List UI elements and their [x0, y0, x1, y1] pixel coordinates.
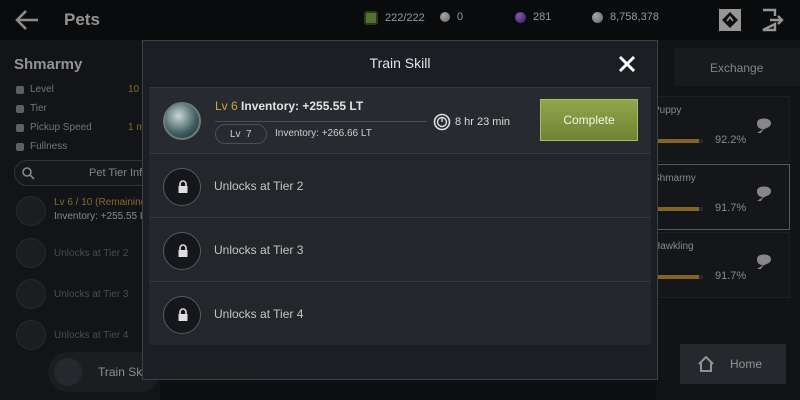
- lock-icon: [163, 168, 201, 206]
- training-timer: 8 hr 23 min: [433, 113, 510, 131]
- skill-row-locked: Unlocks at Tier 4: [149, 281, 651, 345]
- close-icon[interactable]: [617, 54, 637, 74]
- skill-row-locked: Unlocks at Tier 3: [149, 217, 651, 281]
- modal-title: Train Skill: [369, 55, 431, 71]
- modal-header: Train Skill: [143, 41, 657, 85]
- complete-button[interactable]: Complete: [540, 99, 638, 141]
- divider: [215, 121, 427, 122]
- next-level-value: 7: [246, 129, 252, 140]
- train-skill-modal: Train Skill Lv 6 Inventory: +255.55 LT L…: [142, 40, 658, 380]
- skill-icon: [163, 102, 201, 140]
- next-level-label: Lv: [230, 129, 241, 140]
- next-inventory: Inventory: +266.66 LT: [275, 128, 372, 139]
- current-inventory: Inventory: +255.55 LT: [241, 99, 364, 113]
- lock-icon: [163, 296, 201, 334]
- skill-row-locked: Unlocks at Tier 2: [149, 153, 651, 217]
- timer-value: 8 hr 23 min: [455, 116, 511, 128]
- current-skill-line: Lv 6 Inventory: +255.55 LT: [215, 99, 363, 113]
- locked-skill-text: Unlocks at Tier 2: [214, 179, 304, 193]
- lock-icon: [163, 232, 201, 270]
- locked-skill-text: Unlocks at Tier 3: [214, 243, 304, 257]
- current-level: Lv 6: [215, 99, 238, 113]
- clock-icon: [433, 113, 451, 131]
- next-level-badge: Lv 7: [215, 124, 267, 144]
- locked-skill-text: Unlocks at Tier 4: [214, 307, 304, 321]
